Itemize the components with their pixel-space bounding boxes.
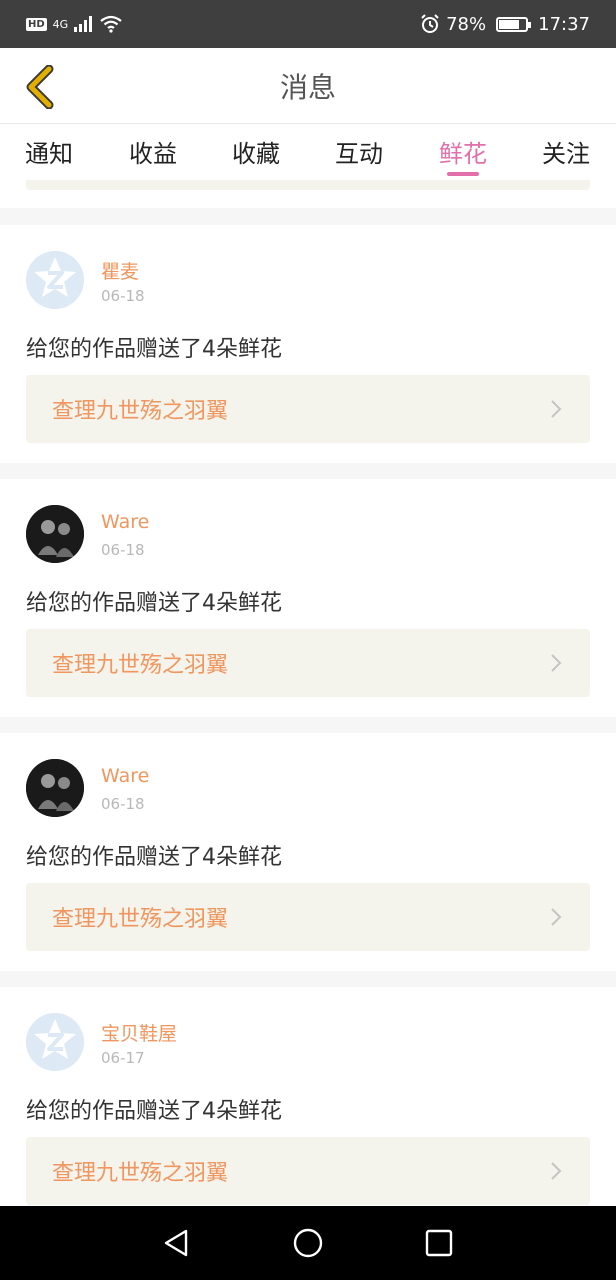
- tab-flowers[interactable]: 鲜花: [423, 134, 503, 176]
- message-list[interactable]: 瞿麦 06-18 给您的作品赠送了4朵鲜花 查理九世殇之羽翼 Ware 06-1…: [0, 180, 616, 1206]
- chevron-right-icon: [551, 654, 562, 672]
- previous-link-bar-tail[interactable]: [26, 180, 590, 190]
- work-link[interactable]: 查理九世殇之羽翼: [26, 1137, 590, 1205]
- tab-following[interactable]: 关注: [526, 134, 606, 169]
- default-qq-avatar-icon: [34, 257, 76, 297]
- app-header: 消息: [0, 48, 616, 124]
- work-title: 查理九世殇之羽翼: [52, 653, 229, 678]
- message-text: 给您的作品赠送了4朵鲜花: [26, 337, 282, 362]
- avatar[interactable]: [26, 1013, 84, 1071]
- previous-card-tail: [0, 180, 616, 208]
- hd-badge: HD: [26, 17, 47, 31]
- username[interactable]: 瞿麦: [101, 257, 139, 284]
- circle-home-icon[interactable]: [290, 1225, 326, 1261]
- signal-icon: [74, 16, 93, 32]
- message-card: 瞿麦 06-18 给您的作品赠送了4朵鲜花 查理九世殇之羽翼: [0, 225, 616, 463]
- chevron-right-icon: [551, 908, 562, 926]
- work-title: 查理九世殇之羽翼: [52, 399, 229, 424]
- message-text: 给您的作品赠送了4朵鲜花: [26, 591, 282, 616]
- username[interactable]: Ware: [101, 765, 149, 787]
- battery-icon: [496, 16, 532, 32]
- photo-avatar-icon: [26, 505, 84, 563]
- username[interactable]: Ware: [101, 511, 149, 533]
- tab-flowers-label: 鲜花: [439, 140, 487, 168]
- battery-percent: 78%: [446, 13, 487, 35]
- wifi-icon: [100, 15, 122, 33]
- chevron-right-icon: [551, 1162, 562, 1180]
- triangle-back-icon[interactable]: [158, 1225, 194, 1261]
- message-card: 宝贝鞋屋 06-17 给您的作品赠送了4朵鲜花 查理九世殇之羽翼: [0, 987, 616, 1206]
- avatar[interactable]: [26, 759, 84, 817]
- alarm-icon: [421, 14, 439, 33]
- message-date: 06-18: [101, 541, 145, 559]
- message-date: 06-17: [101, 1049, 145, 1067]
- work-title: 查理九世殇之羽翼: [52, 907, 229, 932]
- avatar[interactable]: [26, 251, 84, 309]
- work-link[interactable]: 查理九世殇之羽翼: [26, 375, 590, 443]
- username[interactable]: 宝贝鞋屋: [101, 1019, 177, 1046]
- tab-interaction[interactable]: 互动: [319, 134, 399, 169]
- system-nav-bar: [0, 1206, 616, 1280]
- avatar[interactable]: [26, 505, 84, 563]
- work-link[interactable]: 查理九世殇之羽翼: [26, 883, 590, 951]
- back-button[interactable]: [14, 62, 64, 112]
- message-date: 06-18: [101, 795, 145, 813]
- status-bar: HD 4G 78% 17:37: [0, 0, 616, 48]
- work-link[interactable]: 查理九世殇之羽翼: [26, 629, 590, 697]
- tab-bar: 通知 收益 收藏 互动 鲜花 关注: [0, 124, 616, 180]
- tab-favorites[interactable]: 收藏: [216, 134, 296, 169]
- message-text: 给您的作品赠送了4朵鲜花: [26, 845, 282, 870]
- photo-avatar-icon: [26, 759, 84, 817]
- message-date: 06-18: [101, 287, 145, 305]
- message-card: Ware 06-18 给您的作品赠送了4朵鲜花 查理九世殇之羽翼: [0, 733, 616, 971]
- network-type: 4G: [52, 17, 69, 31]
- page-title: 消息: [279, 70, 336, 104]
- active-tab-indicator: [447, 172, 479, 176]
- square-recents-icon[interactable]: [421, 1225, 457, 1261]
- tab-earnings[interactable]: 收益: [113, 134, 193, 169]
- chevron-right-icon: [551, 400, 562, 418]
- default-qq-avatar-icon: [34, 1019, 76, 1059]
- clock: 17:37: [538, 13, 590, 35]
- message-text: 给您的作品赠送了4朵鲜花: [26, 1099, 282, 1124]
- work-title: 查理九世殇之羽翼: [52, 1161, 229, 1186]
- tab-notification[interactable]: 通知: [9, 134, 89, 169]
- chevron-left-icon: [26, 65, 54, 109]
- message-card: Ware 06-18 给您的作品赠送了4朵鲜花 查理九世殇之羽翼: [0, 479, 616, 717]
